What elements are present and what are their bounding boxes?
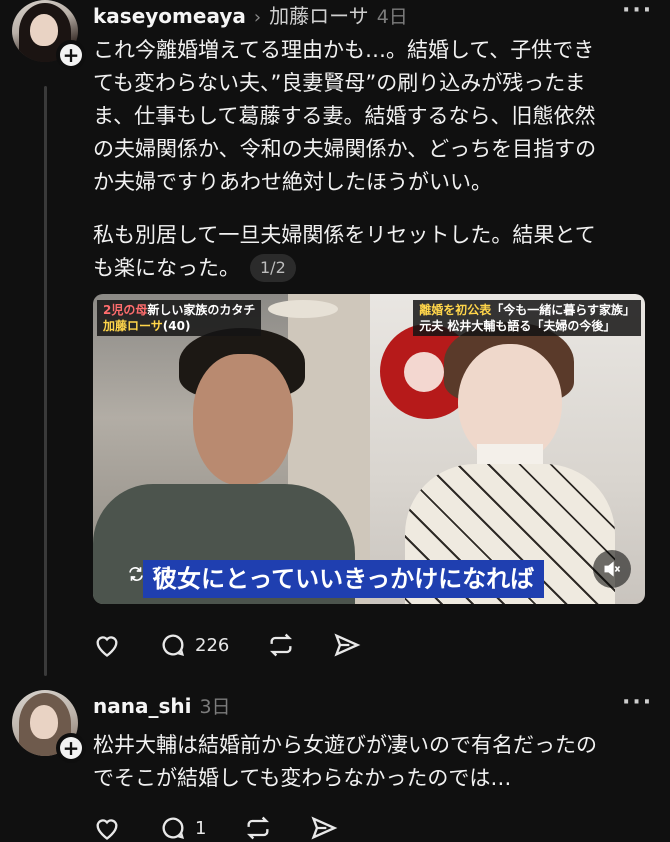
comment-button[interactable]: 226	[159, 631, 229, 659]
heart-icon	[96, 636, 118, 657]
comment-icon	[162, 634, 185, 656]
thread-line	[44, 86, 47, 676]
share-button[interactable]	[333, 631, 361, 659]
video-subtitle: 彼女にとっていいきっかけになれば	[143, 560, 545, 598]
comment-count: 1	[195, 817, 207, 839]
more-icon[interactable]: ···	[622, 0, 653, 23]
share-button[interactable]	[310, 814, 338, 842]
post-time: 4日	[376, 6, 408, 28]
heart-icon	[96, 819, 118, 840]
repost-button[interactable]	[244, 814, 272, 842]
comment-button[interactable]: 1	[159, 814, 206, 842]
chevron-right-icon: ›	[253, 7, 262, 28]
post-text: これ今離婚増えてる理由かも…。結婚して、子供でき ても変わらない夫、”良妻賢母”…	[93, 38, 597, 194]
comment-icon	[162, 817, 185, 839]
repost-icon	[270, 633, 293, 657]
post-actions-2: 1	[93, 814, 376, 842]
post-time: 3日	[199, 696, 231, 718]
username[interactable]: nana_shi	[93, 694, 191, 718]
repost-icon	[247, 816, 270, 840]
repost-icon	[129, 566, 143, 581]
more-icon[interactable]: ···	[622, 690, 653, 715]
follow-plus-icon[interactable]: +	[56, 733, 86, 763]
share-icon	[334, 633, 361, 657]
follow-plus-icon[interactable]: +	[56, 40, 86, 70]
video-thumbnail[interactable]: 2児の母新しい家族のカタチ 加藤ローサ(40) 離婚を初公表「今も一緒に暮らす家…	[93, 294, 645, 604]
post-text-2: 私も別居して一旦夫婦関係をリセットした。結果とて も楽になった。 1/2	[93, 223, 596, 282]
like-button[interactable]	[93, 814, 121, 842]
post-actions: 226	[93, 631, 399, 659]
video-repost-overlay: 17	[127, 564, 171, 583]
reply-to-name[interactable]: 加藤ローサ	[269, 0, 369, 29]
post-text: 松井大輔は結婚前から女遊びが凄いので有名だったの でそこが結婚しても変わらなかっ…	[93, 733, 597, 790]
page-indicator: 1/2	[250, 254, 296, 282]
comment-count: 226	[195, 634, 230, 656]
caption-tag-left: 2児の母新しい家族のカタチ 加藤ローサ(40)	[97, 300, 262, 336]
post-header: kaseyomeaya › 加藤ローサ 4日	[93, 0, 408, 29]
caption-tag-right: 離婚を初公表「今も一緒に暮らす家族」 元夫 松井大輔も語る「夫婦の今後」	[413, 300, 641, 336]
share-icon	[311, 816, 338, 840]
mute-icon[interactable]	[593, 550, 631, 588]
repost-button[interactable]	[267, 631, 295, 659]
username[interactable]: kaseyomeaya	[93, 4, 246, 28]
post-header-2: nana_shi 3日	[93, 692, 231, 719]
like-button[interactable]	[93, 631, 121, 659]
